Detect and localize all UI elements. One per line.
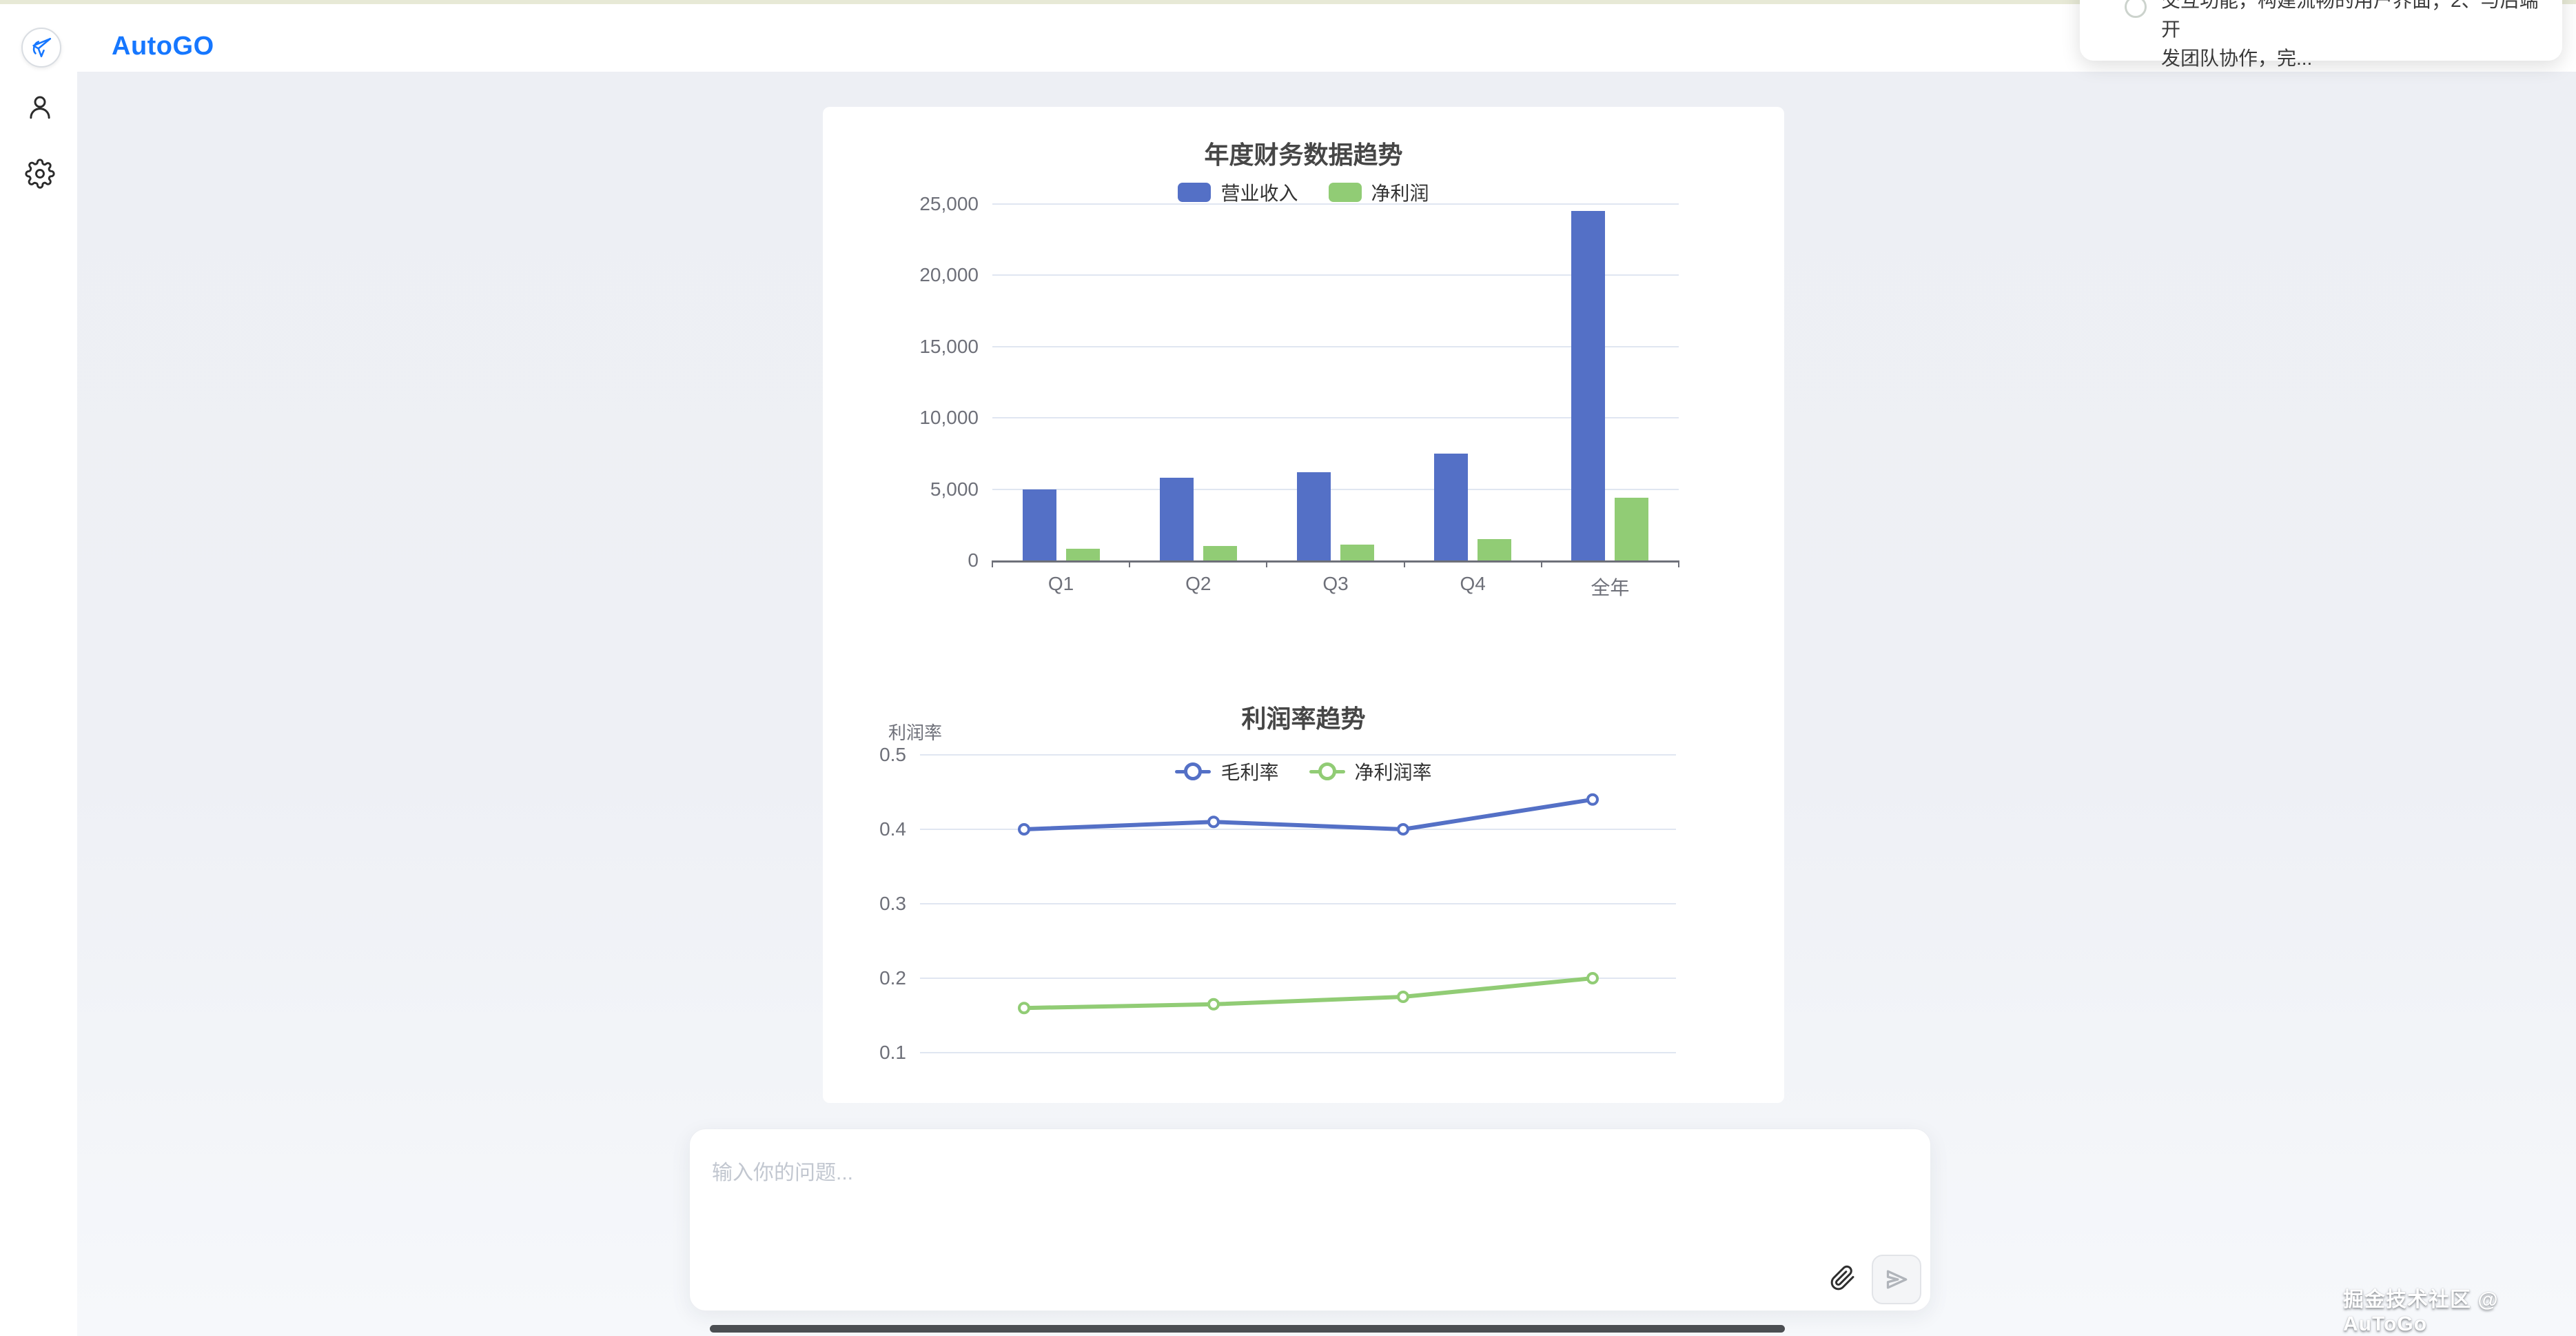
assistant-message-card: 年度财务数据趋势 营业收入 净利润 05,00010,00015,00020,0… [823, 107, 1784, 1103]
sidebar-item-settings[interactable] [23, 157, 57, 190]
attach-file-button[interactable] [1828, 1263, 1858, 1293]
y-axis-tick-label: 15,000 [875, 336, 979, 358]
sidebar [0, 72, 77, 1336]
bar[interactable] [1297, 472, 1331, 560]
x-axis-tick [992, 560, 993, 567]
data-point-marker[interactable] [1588, 795, 1597, 804]
paperclip-icon [1830, 1265, 1856, 1291]
x-axis-line [992, 560, 1679, 563]
footer-watermark: 掘金技术社区 @ AuToGo [2343, 1282, 2576, 1336]
bar-chart-canvas[interactable]: 0 5,000 10,000 15,000 20,000 25,000 Q1 Q2 Q3 Q4 全年 [823, 107, 1784, 603]
x-axis-tick [1541, 560, 1542, 567]
x-axis-category-label: Q2 [1143, 573, 1254, 595]
bar[interactable] [1023, 489, 1056, 560]
x-axis-tick [1266, 560, 1267, 567]
x-axis-tick [1678, 560, 1679, 567]
send-button[interactable] [1872, 1255, 1921, 1304]
app-logo-button[interactable] [21, 28, 61, 68]
bar[interactable] [1340, 545, 1374, 560]
app-title: AutoGO [112, 32, 214, 61]
data-point-marker[interactable] [1209, 817, 1218, 827]
y-axis-tick-label: 20,000 [875, 264, 979, 286]
line-chart-canvas[interactable]: 0.50.40.30.20.1 [823, 603, 1784, 1103]
y-axis-tick-label: 0 [875, 549, 979, 571]
y-axis-tick-label: 25,000 [875, 193, 979, 215]
gear-icon [25, 159, 55, 189]
line-series [1024, 978, 1593, 1008]
x-axis-category-label: Q4 [1418, 573, 1528, 595]
data-point-marker[interactable] [1588, 973, 1597, 983]
status-circle-icon [2125, 0, 2147, 18]
line-series [1024, 800, 1593, 829]
toast-notification: 交互功能，构建流畅的用户界面；2、与后端开 发团队协作，完... [2080, 0, 2562, 61]
data-point-marker[interactable] [1398, 992, 1408, 1002]
send-icon [1883, 1266, 1910, 1293]
gridline [992, 203, 1679, 205]
toast-line-2: 发团队协作，完... [2161, 44, 2551, 73]
sidebar-item-user[interactable] [23, 90, 57, 123]
data-point-marker[interactable] [1398, 824, 1408, 834]
line-series-layer [823, 603, 1784, 1103]
y-axis-tick-label: 10,000 [875, 407, 979, 429]
toast-text: 交互功能，构建流畅的用户界面；2、与后端开 发团队协作，完... [2161, 0, 2551, 73]
x-axis-category-label: Q3 [1280, 573, 1391, 595]
bar[interactable] [1203, 546, 1237, 560]
chat-input-card [689, 1128, 1931, 1311]
x-axis-tick [1129, 560, 1130, 567]
x-axis-tick [1404, 560, 1405, 567]
bar[interactable] [1571, 211, 1605, 560]
bar[interactable] [1615, 498, 1648, 560]
bar[interactable] [1434, 454, 1468, 560]
data-point-marker[interactable] [1019, 824, 1029, 834]
toast-line-1: 交互功能，构建流畅的用户界面；2、与后端开 [2161, 0, 2551, 44]
y-axis-tick-label: 5,000 [875, 478, 979, 500]
bar[interactable] [1160, 478, 1194, 560]
horizontal-scrollbar[interactable] [710, 1325, 1785, 1333]
user-icon [25, 92, 54, 121]
bar[interactable] [1066, 549, 1100, 560]
data-point-marker[interactable] [1019, 1003, 1029, 1013]
x-axis-category-label: 全年 [1555, 573, 1665, 600]
bar[interactable] [1478, 539, 1511, 560]
chat-input[interactable] [711, 1154, 1816, 1260]
data-point-marker[interactable] [1209, 1000, 1218, 1009]
x-axis-category-label: Q1 [1006, 573, 1116, 595]
paper-plane-logo-icon [30, 36, 53, 59]
